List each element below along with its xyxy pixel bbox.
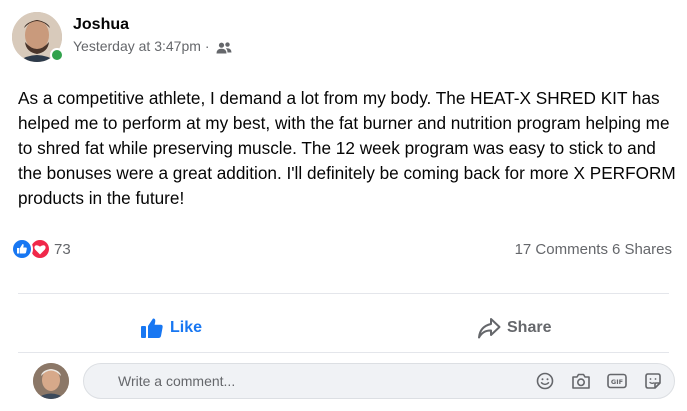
comment-input[interactable] <box>118 373 520 389</box>
comments-count-link[interactable]: 17 Comments <box>515 241 608 258</box>
meta-separator: · <box>204 38 210 54</box>
author-avatar-wrapper[interactable] <box>12 12 64 62</box>
gif-icon[interactable]: GIF <box>606 370 628 392</box>
comment-box[interactable]: GIF <box>83 363 675 399</box>
sticker-icon[interactable] <box>642 370 664 392</box>
divider-top <box>18 293 669 294</box>
camera-icon[interactable] <box>570 370 592 392</box>
svg-text:GIF: GIF <box>611 378 623 386</box>
shares-count-link[interactable]: 6 Shares <box>612 241 672 258</box>
reactions-summary[interactable]: 73 <box>11 238 71 260</box>
comment-composer: GIF <box>33 362 675 400</box>
author-name[interactable]: Joshua <box>73 15 232 35</box>
post-header: Joshua Yesterday at 3:47pm · <box>12 12 232 64</box>
comment-tools: GIF <box>520 370 664 392</box>
reaction-count: 73 <box>54 240 71 258</box>
post-timestamp[interactable]: Yesterday at 3:47pm <box>73 37 201 55</box>
share-button[interactable]: Share <box>477 314 551 342</box>
like-icon <box>11 238 33 260</box>
share-label: Share <box>507 319 552 336</box>
like-button[interactable]: Like <box>140 314 202 342</box>
share-arrow-icon <box>478 318 501 339</box>
like-label: Like <box>170 319 203 336</box>
friends-icon[interactable] <box>216 40 232 54</box>
commenter-avatar[interactable] <box>33 363 69 399</box>
engagement-counts: 17 Comments 6 Shares <box>515 241 672 258</box>
emoji-icon[interactable] <box>534 370 556 392</box>
online-status-dot <box>50 48 64 62</box>
thumbs-up-icon <box>141 318 163 338</box>
post-body: As a competitive athlete, I demand a lot… <box>18 88 676 208</box>
divider-bottom <box>18 352 669 353</box>
